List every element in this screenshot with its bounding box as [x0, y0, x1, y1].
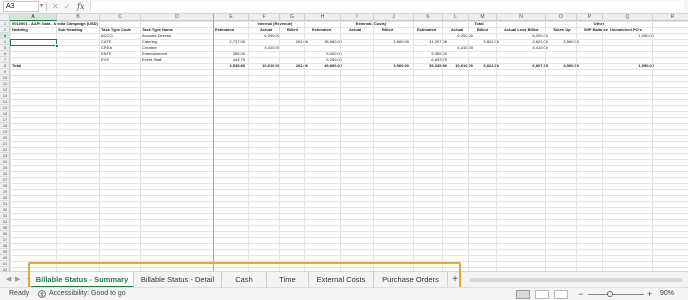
- grid-column-line: [468, 21, 469, 271]
- group-header-internal: Internal (Revenue): [257, 21, 293, 26]
- status-ready: Ready: [9, 290, 30, 297]
- column-header-f[interactable]: F: [249, 14, 280, 21]
- grid-column-line: [545, 21, 546, 271]
- column-header-r[interactable]: R: [653, 14, 688, 21]
- header-taken-up: Taken Up: [553, 27, 571, 32]
- row-int-actual: 4,410.00: [264, 45, 280, 50]
- header-external-estimated: Estimated: [312, 27, 332, 32]
- tabs-highlight-box: [28, 262, 461, 289]
- active-cell-selection[interactable]: [10, 39, 59, 48]
- formula-bar: A3 ▾ ✕ ✓ fx: [0, 0, 688, 14]
- column-header-d[interactable]: D: [141, 14, 214, 21]
- insert-function-icon[interactable]: fx: [77, 0, 84, 13]
- row-actual-less-billed: 4,410.00: [532, 45, 548, 50]
- freeze-pane-divider: [213, 14, 214, 271]
- accessibility-icon[interactable]: [38, 290, 46, 298]
- grid-column-line: [496, 21, 497, 271]
- total-ext-estimated: 49,800.00: [324, 63, 342, 68]
- row-task-code: EVS: [101, 57, 110, 62]
- column-header-l[interactable]: L: [443, 14, 469, 21]
- formula-bar-divider: [46, 2, 47, 11]
- enter-icon[interactable]: ✓: [64, 0, 71, 13]
- grid-column-line: [279, 21, 280, 271]
- row-ext-estimated: 38,560.00: [324, 39, 342, 44]
- column-header-bar: ABCDEFGHIJKLMNOPQR: [10, 14, 688, 21]
- grid-column-line: [652, 21, 653, 271]
- previous-sheet-icon[interactable]: ◀: [6, 275, 11, 284]
- column-header-g[interactable]: G: [280, 14, 305, 21]
- header-wip-balance: WIP Balance: [584, 27, 608, 32]
- select-all-corner[interactable]: [0, 14, 10, 21]
- column-header-i[interactable]: I: [341, 14, 374, 21]
- normal-view-button[interactable]: [516, 290, 530, 299]
- row-int-estimated: 2,737.06: [229, 39, 245, 44]
- row-header-bar: 1 2 3 4 5 6 7 8 9 10 11 12 13 14 15 16 17 18 19 20 21 22 23 24 2…: [0, 21, 10, 271]
- column-header-a[interactable]: A: [10, 14, 57, 21]
- zoom-level[interactable]: 90%: [660, 288, 674, 300]
- fill-handle[interactable]: [55, 44, 59, 48]
- grid-column-line: [140, 21, 141, 271]
- grid-column-line: [413, 21, 414, 271]
- column-header-j[interactable]: J: [374, 14, 414, 21]
- total-unmatched-po: 1,050.00: [638, 63, 654, 68]
- header-heading: Heading: [12, 27, 28, 32]
- total-label: Total: [12, 63, 22, 68]
- column-header-o[interactable]: O: [546, 14, 577, 21]
- header-total-estimated: Estimated: [417, 27, 437, 32]
- grid-column-line: [248, 21, 249, 271]
- total-int-estimated: 3,535.80: [229, 63, 245, 68]
- grid-column-line: [99, 21, 100, 271]
- column-header-b[interactable]: B: [57, 14, 100, 21]
- group-header-external: External (Costs): [355, 21, 387, 26]
- column-header-q[interactable]: Q: [603, 14, 653, 21]
- row-ext-billed: 3,560.00: [393, 39, 409, 44]
- header-sub-heading: Sub Heading: [58, 27, 83, 32]
- column-header-e[interactable]: E: [214, 14, 249, 21]
- header-external-billed: Billed: [382, 27, 393, 32]
- row-taken-up: 3,560.00: [563, 39, 579, 44]
- column-header-m[interactable]: M: [469, 14, 497, 21]
- zoom-slider[interactable]: [588, 294, 644, 295]
- formula-input[interactable]: [90, 1, 684, 12]
- worksheet-grid[interactable]: ABCDEFGHIJKLMNOPQR 1 2 3 4 5 6 7 8 9 10 11 12 13 14 15…: [0, 14, 688, 271]
- page-break-view-button[interactable]: [554, 290, 568, 299]
- total-tot-billed: 3,822.06: [483, 63, 499, 68]
- grid-column-line: [340, 21, 341, 271]
- status-bar: Ready Accessibility: Good to go − + 90%: [0, 287, 688, 300]
- page-layout-view-button[interactable]: [535, 290, 549, 299]
- column-header-p[interactable]: P: [577, 14, 603, 21]
- total-actual-less-billed: 6,807.95: [532, 63, 548, 68]
- accessibility-status[interactable]: Accessibility: Good to go: [49, 288, 126, 300]
- header-internal-billed: Billed: [287, 27, 298, 32]
- header-total-billed: Billed: [477, 27, 488, 32]
- name-box-dropdown-icon[interactable]: ▾: [40, 1, 43, 12]
- grid-column-line: [56, 21, 57, 271]
- next-sheet-icon[interactable]: ▶: [15, 275, 20, 284]
- grid-column-line: [373, 21, 374, 271]
- row-task-name: Event Staff: [142, 57, 162, 62]
- name-box[interactable]: A3: [3, 1, 39, 12]
- total-ext-billed: 3,560.00: [393, 63, 409, 68]
- header-internal-estimated: Estimated: [215, 27, 235, 32]
- zoom-out-button[interactable]: −: [578, 288, 583, 300]
- total-taken-up: 3,560.00: [563, 63, 579, 68]
- column-header-h[interactable]: H: [305, 14, 341, 21]
- cancel-icon[interactable]: ✕: [52, 0, 59, 13]
- zoom-slider-thumb[interactable]: [607, 291, 613, 297]
- grid-column-line: [602, 21, 603, 271]
- grid-column-line: [576, 21, 577, 271]
- grid-column-line: [304, 21, 305, 271]
- header-external-actual: Actual: [349, 27, 362, 32]
- column-header-c[interactable]: C: [100, 14, 141, 21]
- horizontal-scrollbar[interactable]: [470, 278, 682, 282]
- row-unmatched-po: 1,050.00: [638, 33, 654, 38]
- column-header-n[interactable]: N: [497, 14, 546, 21]
- cell-area[interactable]: 0010001 - AAPI Gala - Media Campaign (US…: [10, 21, 688, 271]
- zoom-in-button[interactable]: +: [647, 288, 652, 300]
- grid-column-line: [442, 21, 443, 271]
- column-header-k[interactable]: K: [414, 14, 443, 21]
